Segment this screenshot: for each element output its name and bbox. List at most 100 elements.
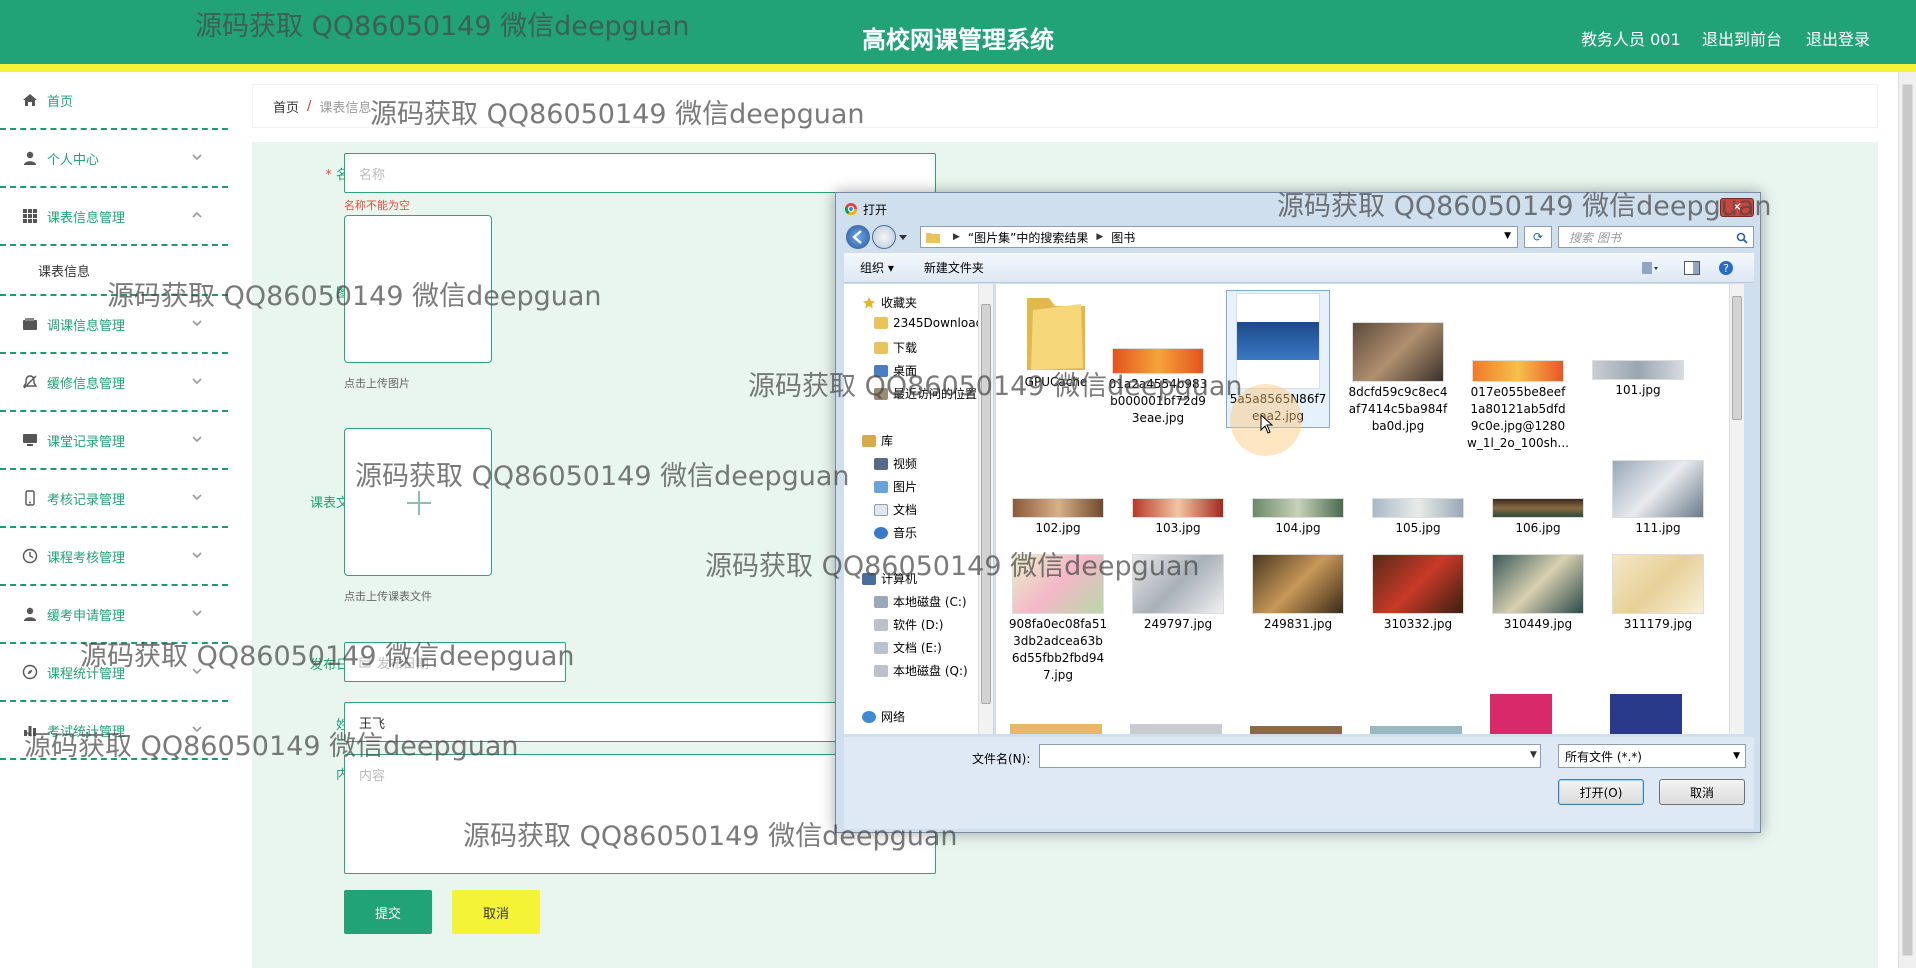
file-item[interactable]: 101.jpg — [1586, 360, 1690, 399]
nav-favorite-recent[interactable]: 最近访问的位置 — [874, 385, 977, 402]
address-crumb-search[interactable]: “图片集”中的搜索结果 — [968, 229, 1088, 246]
nav-drive-q[interactable]: 本地磁盘 (Q:) — [874, 662, 968, 679]
file-list-pane: GPUCache 01a2a4554b983 b000001bf72d9 3eae.… — [996, 284, 1744, 734]
refresh-button[interactable]: ⟳ — [1524, 226, 1552, 248]
nav-favorite-downloads[interactable]: 下载 — [874, 339, 917, 356]
image-thumbnail — [1372, 498, 1464, 518]
nav-scrollbar[interactable] — [978, 284, 993, 734]
file-list-scrollbar[interactable] — [1729, 284, 1744, 734]
image-thumbnail — [1352, 322, 1444, 382]
forward-button[interactable] — [872, 225, 896, 249]
front-link[interactable]: 退出到前台 — [1702, 26, 1782, 50]
file-item[interactable]: GPUCache — [1004, 290, 1108, 391]
file-item[interactable]: 105.jpg — [1366, 498, 1470, 537]
pictures-icon — [874, 480, 888, 493]
top-bar: 高校网课管理系统 教务人员 001 退出到前台 退出登录 — [0, 0, 1916, 72]
sidebar-item-label: 缓考申请管理 — [47, 608, 126, 624]
search-input[interactable]: 搜索 图书 — [1558, 226, 1754, 248]
filename-dropdown-icon[interactable]: ▼ — [1530, 750, 1537, 760]
date-input[interactable]: 发布日期 — [344, 642, 566, 682]
new-folder-button[interactable]: 新建文件夹 — [924, 259, 984, 276]
file-item[interactable]: 908fa0ec08fa51 3db2adcea63b 6d55fbb2fbd94 7… — [1006, 554, 1110, 684]
open-button[interactable]: 打开(O) — [1558, 779, 1644, 805]
sidebar-item-profile[interactable]: 个人中心 — [0, 130, 228, 188]
view-options-icon[interactable] — [1642, 262, 1658, 274]
sidebar-item-home[interactable]: 首页 — [0, 72, 228, 130]
file-item[interactable]: 249797.jpg — [1126, 554, 1230, 633]
history-dropdown-icon[interactable] — [898, 234, 908, 242]
accent-strip — [0, 64, 1916, 72]
nav-lib-documents[interactable]: 文档 — [874, 501, 917, 518]
submit-button[interactable]: 提交 — [344, 890, 432, 934]
sidebar-item-defer[interactable]: 缓修信息管理 — [0, 354, 228, 412]
nav-favorites[interactable]: 收藏夹 — [862, 294, 917, 311]
address-crumb-folder[interactable]: 图书 — [1111, 229, 1135, 246]
name-input[interactable]: 名称 — [344, 153, 936, 193]
file-item[interactable]: 01a2a4554b983 b000001bf72d9 3eae.jpg — [1106, 348, 1210, 427]
sidebar-item-label: 个人中心 — [47, 152, 100, 168]
file-item[interactable]: 8dcfd59c9c8ec4 af7414c5ba984f ba0d.jpg — [1346, 322, 1450, 435]
nav-drive-c[interactable]: 本地磁盘 (C:) — [874, 593, 967, 610]
file-item[interactable]: 310449.jpg — [1486, 554, 1590, 633]
folder-icon — [926, 233, 940, 243]
sidebar-item-course-stats[interactable]: 课程统计管理 — [0, 644, 228, 702]
file-item[interactable]: 249831.jpg — [1246, 554, 1350, 633]
file-item[interactable]: 106.jpg — [1486, 498, 1590, 537]
file-upload-hint: 点击上传课表文件 — [344, 590, 432, 603]
file-item[interactable]: 311179.jpg — [1606, 554, 1710, 633]
filetype-select[interactable]: 所有文件 (*.*) ▼ — [1558, 744, 1746, 768]
sidebar-item-course-assess[interactable]: 课程考核管理 — [0, 528, 228, 586]
grid-icon — [23, 209, 37, 223]
cancel-button[interactable]: 取消 — [452, 890, 540, 934]
back-arrow-icon — [852, 230, 862, 244]
back-button[interactable] — [846, 225, 870, 249]
dialog-titlebar: 打开 — [844, 199, 887, 219]
nav-libraries[interactable]: 库 — [862, 432, 893, 449]
nav-computer[interactable]: 计算机 — [862, 570, 917, 587]
close-button[interactable]: ✕ — [1720, 198, 1754, 217]
file-item[interactable]: 017e055be8eef 1a80121ab5dfd 9c0e.jpg@1280 w… — [1466, 360, 1570, 452]
sidebar-item-schedule[interactable]: 课表信息管理 — [0, 188, 228, 246]
image-thumbnail — [1252, 498, 1344, 518]
address-bar[interactable]: ▶ “图片集”中的搜索结果 ▶ 图书 ▼ — [920, 226, 1518, 248]
nav-lib-music[interactable]: 音乐 — [874, 524, 917, 541]
image-thumbnail — [1236, 293, 1320, 389]
file-item[interactable]: 111.jpg — [1606, 460, 1710, 537]
file-item[interactable]: 310332.jpg — [1366, 554, 1470, 633]
organize-button[interactable]: 组织 ▾ — [860, 259, 894, 276]
sidebar-item-exam-stats[interactable]: 考试统计管理 — [0, 702, 228, 760]
sidebar-item-exam-defer[interactable]: 缓考申请管理 — [0, 586, 228, 644]
nav-favorite-downloads2345[interactable]: 2345Downloads — [874, 316, 989, 330]
drive-icon — [874, 595, 888, 608]
nav-drive-d[interactable]: 软件 (D:) — [874, 616, 943, 633]
nav-network[interactable]: 网络 — [862, 708, 905, 725]
sidebar-subitem-schedule-info[interactable]: 课表信息 — [0, 246, 228, 296]
nav-drive-e[interactable]: 文档 (E:) — [874, 639, 942, 656]
preview-pane-icon[interactable] — [1684, 261, 1700, 275]
help-icon[interactable]: ? — [1718, 260, 1734, 276]
sidebar: 首页 个人中心 课表信息管理 课表信息 调课信息管理 缓修信息管理 课堂记录管理… — [0, 72, 228, 968]
nav-favorite-desktop[interactable]: 桌面 — [874, 362, 917, 379]
file-upload[interactable] — [344, 428, 492, 576]
file-item[interactable]: 102.jpg — [1006, 498, 1110, 537]
address-dropdown-icon[interactable]: ▼ — [1504, 231, 1511, 241]
nav-lib-video[interactable]: 视频 — [874, 455, 917, 472]
logout-link[interactable]: 退出登录 — [1806, 26, 1870, 50]
date-placeholder: 发布日期 — [377, 656, 430, 672]
page-scrollbar-thumb[interactable] — [1902, 84, 1913, 956]
image-upload-hint: 点击上传图片 — [344, 377, 410, 390]
sidebar-item-label: 缓修信息管理 — [47, 376, 126, 392]
filename-input[interactable] — [1039, 744, 1541, 768]
image-upload[interactable] — [344, 215, 492, 363]
search-icon[interactable] — [1736, 232, 1748, 244]
sidebar-item-label: 考试统计管理 — [47, 724, 126, 740]
sidebar-item-assess-record[interactable]: 考核记录管理 — [0, 470, 228, 528]
nav-lib-pictures[interactable]: 图片 — [874, 478, 917, 495]
file-item[interactable]: 104.jpg — [1246, 498, 1350, 537]
dialog-cancel-button[interactable]: 取消 — [1659, 779, 1745, 805]
sidebar-item-adjust[interactable]: 调课信息管理 — [0, 296, 228, 354]
page-scrollbar[interactable] — [1898, 72, 1916, 968]
file-item[interactable]: 103.jpg — [1126, 498, 1230, 537]
breadcrumb-home[interactable]: 首页 — [273, 97, 299, 116]
sidebar-item-class-record[interactable]: 课堂记录管理 — [0, 412, 228, 470]
